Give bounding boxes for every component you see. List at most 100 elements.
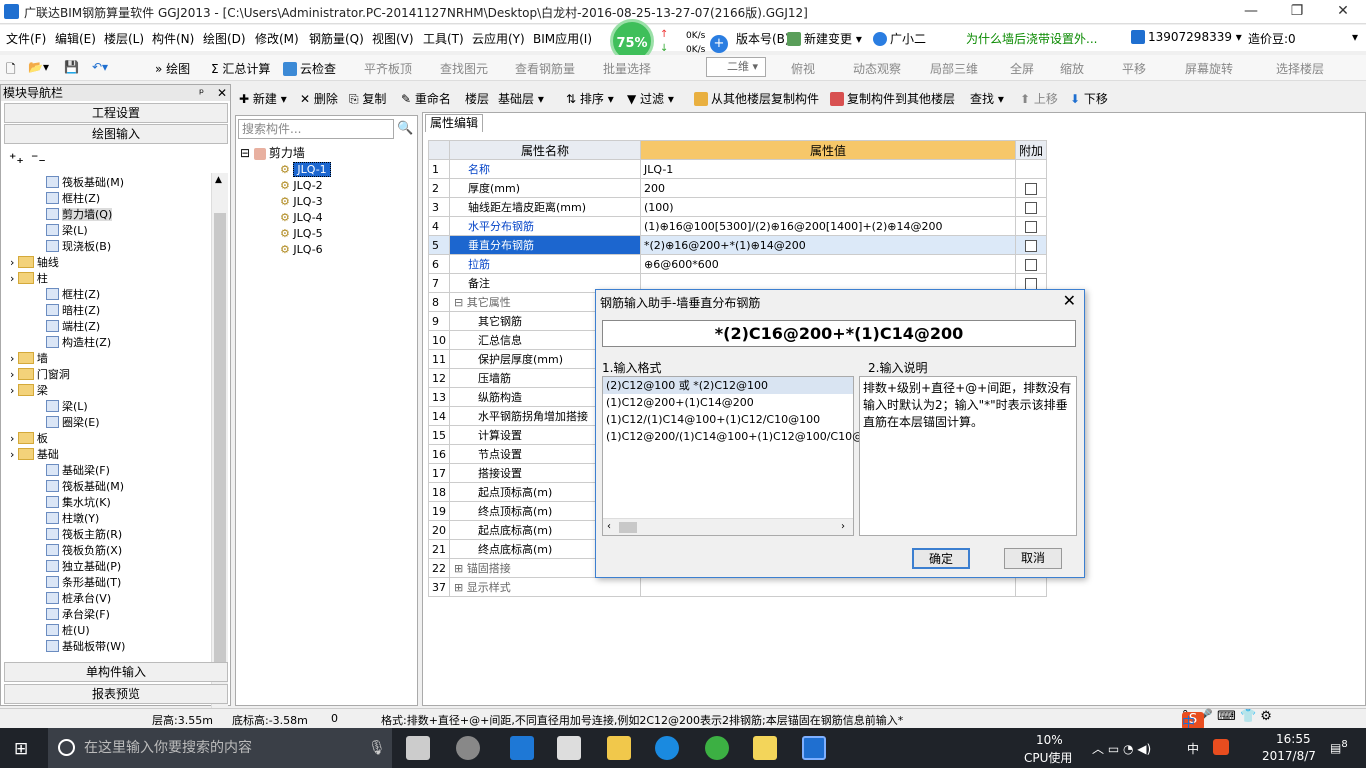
extra-checkbox[interactable] <box>1025 182 1037 195</box>
tree-item[interactable]: 筏板基础(M) <box>46 175 124 191</box>
component-item[interactable]: ⚙ JLQ-4 <box>240 210 410 226</box>
minimize-button[interactable]: — <box>1228 0 1274 24</box>
extra-checkbox[interactable] <box>1025 258 1037 271</box>
taskview-icon[interactable] <box>406 736 430 760</box>
tree-item[interactable]: 暗柱(Z) <box>46 303 100 319</box>
property-value[interactable]: 200 <box>640 178 1016 198</box>
tray-sogou-icon[interactable] <box>1213 739 1229 755</box>
question-link[interactable]: 为什么墙后浇带设置外... <box>966 30 1097 47</box>
pan-button[interactable]: 平移 <box>1122 60 1146 77</box>
format-item[interactable]: (2)C12@100 或 *(2)C12@100 <box>603 377 853 394</box>
local-3d-button[interactable]: 局部三维 <box>930 60 978 77</box>
notes-icon[interactable] <box>753 736 777 760</box>
fullscreen-button[interactable]: 全屏 <box>1010 60 1034 77</box>
copy-from-floor-button[interactable]: 从其他楼层复制构件 <box>694 90 819 107</box>
close-button[interactable]: ✕ <box>1320 0 1366 24</box>
extra-checkbox[interactable] <box>1025 220 1037 233</box>
format-item[interactable]: (1)C12@200+(1)C14@200 <box>603 394 853 411</box>
view-rebar-button[interactable]: 查看钢筋量 <box>515 60 575 77</box>
format-item[interactable]: (1)C12@200/(1)C14@100+(1)C12@100/C10@200 <box>603 428 884 445</box>
tree-item[interactable]: › 轴线 <box>10 255 59 271</box>
property-row[interactable]: 1 名称 JLQ-1 <box>428 159 1048 179</box>
expander-icon[interactable]: › <box>10 272 18 285</box>
property-value[interactable]: (100) <box>640 197 1016 217</box>
component-item[interactable]: ⚙ JLQ-3 <box>240 194 410 210</box>
plus-icon[interactable]: + <box>710 35 728 53</box>
move-up-button[interactable]: ⬆ 上移 <box>1020 90 1058 107</box>
sort-button[interactable]: ⇅ 排序 ▾ <box>566 90 614 107</box>
property-row[interactable]: 5 垂直分布钢筋 *(2)⊕16@200+*(1)⊕14@200 <box>428 235 1048 255</box>
menu-floor[interactable]: 楼层(L) <box>104 30 144 47</box>
property-row[interactable]: 37 ⊞ 显示样式 <box>428 577 1048 597</box>
zoom-button[interactable]: 缩放 <box>1060 60 1084 77</box>
menu-component[interactable]: 构件(N) <box>152 30 194 47</box>
tree-item[interactable]: 框柱(Z) <box>46 191 100 207</box>
tree-item[interactable]: › 梁 <box>10 383 48 399</box>
view-mode-select[interactable]: 二维 ▾ <box>706 57 766 77</box>
component-search-input[interactable]: 搜索构件... <box>238 119 394 139</box>
taskbar-search-input[interactable]: 在这里输入你要搜索的内容 🎙 <box>48 728 392 768</box>
dialog-close-icon[interactable]: ✕ <box>1063 291 1076 310</box>
tree-item[interactable]: 集水坑(K) <box>46 495 111 511</box>
project-settings-button[interactable]: 工程设置 <box>4 103 228 123</box>
expander-icon[interactable]: › <box>10 256 18 269</box>
menu-edit[interactable]: 编辑(E) <box>55 30 96 47</box>
menu-tools[interactable]: 工具(T) <box>423 30 464 47</box>
component-item[interactable]: ⚙ JLQ-5 <box>240 226 410 242</box>
find-element-button[interactable]: 查找图元 <box>440 60 488 77</box>
tree-scrollbar[interactable]: ▲ ▼ <box>211 173 228 743</box>
tree-item[interactable]: 梁(L) <box>46 223 88 239</box>
assistant-button[interactable]: 广小二 <box>873 30 926 47</box>
save-icon[interactable]: 💾 <box>64 60 79 74</box>
expander-icon[interactable]: › <box>10 384 18 397</box>
tray-ime[interactable]: 中 <box>1187 740 1199 757</box>
property-value[interactable]: *(2)⊕16@200+*(1)⊕14@200 <box>640 235 1016 255</box>
property-row[interactable]: 2 厚度(mm) 200 <box>428 178 1048 198</box>
extra-checkbox[interactable] <box>1025 239 1037 252</box>
tree-item[interactable]: 筏板基础(M) <box>46 479 124 495</box>
collapse-all-icon[interactable]: ⁻₋ <box>31 151 46 167</box>
tree-item[interactable]: 基础梁(F) <box>46 463 110 479</box>
tree-item[interactable]: 端柱(Z) <box>46 319 100 335</box>
ie-icon[interactable] <box>705 736 729 760</box>
tree-item[interactable]: 构造柱(Z) <box>46 335 111 351</box>
top-view-button[interactable]: 俯视 <box>791 60 815 77</box>
tree-item[interactable]: 桩(U) <box>46 623 90 639</box>
tree-item[interactable]: 承台梁(F) <box>46 607 110 623</box>
expander-icon[interactable]: › <box>10 368 18 381</box>
copy-to-floor-button[interactable]: 复制构件到其他楼层 <box>830 90 955 107</box>
extra-checkbox[interactable] <box>1025 201 1037 214</box>
property-value[interactable]: ⊕6@600*600 <box>640 254 1016 274</box>
glodon-icon[interactable] <box>655 736 679 760</box>
tree-item[interactable]: 条形基础(T) <box>46 575 121 591</box>
tab-property-edit[interactable]: 属性编辑 <box>425 114 483 132</box>
drawing-input-button[interactable]: 绘图输入 <box>4 124 228 144</box>
batch-select-button[interactable]: 批量选择 <box>603 60 651 77</box>
filter-button[interactable]: ▼ 过滤 ▾ <box>627 90 674 107</box>
move-down-button[interactable]: ⬇ 下移 <box>1070 90 1108 107</box>
tree-item[interactable]: 剪力墙(Q) <box>46 207 113 223</box>
ok-button[interactable]: 确定 <box>912 548 970 569</box>
rename-button[interactable]: ✎ 重命名 <box>401 90 451 107</box>
menu-draw[interactable]: 绘图(D) <box>203 30 246 47</box>
ggj-app-icon[interactable] <box>802 736 826 760</box>
account-button[interactable]: 13907298339 ▾ <box>1131 30 1242 44</box>
single-component-input-button[interactable]: 单构件输入 <box>4 662 228 682</box>
formula-input[interactable]: *(2)C16@200+*(1)C14@200 <box>602 320 1076 347</box>
tree-item[interactable]: › 板 <box>10 431 48 447</box>
component-item[interactable]: ⚙ JLQ-2 <box>240 178 410 194</box>
browser-icon[interactable] <box>456 736 480 760</box>
tree-item[interactable]: 柱墩(Y) <box>46 511 99 527</box>
tree-item[interactable]: 圈梁(E) <box>46 415 100 431</box>
menu-bim[interactable]: BIM应用(I) <box>533 30 592 47</box>
report-preview-button[interactable]: 报表预览 <box>4 684 228 704</box>
tree-item[interactable]: › 基础 <box>10 447 59 463</box>
tree-item[interactable]: › 门窗洞 <box>10 367 70 383</box>
undo-icon[interactable]: ↶▾ <box>92 60 108 74</box>
tree-item[interactable]: › 墙 <box>10 351 48 367</box>
search-icon[interactable]: 🔍 <box>397 121 413 136</box>
notification-icon[interactable]: ▤8 <box>1330 739 1348 755</box>
property-row[interactable]: 4 水平分布钢筋 (1)⊕16@100[5300]/(2)⊕16@200[1400]… <box>428 216 1048 236</box>
edge-icon[interactable] <box>510 736 534 760</box>
pin-icon[interactable]: ᵖ <box>199 85 204 101</box>
